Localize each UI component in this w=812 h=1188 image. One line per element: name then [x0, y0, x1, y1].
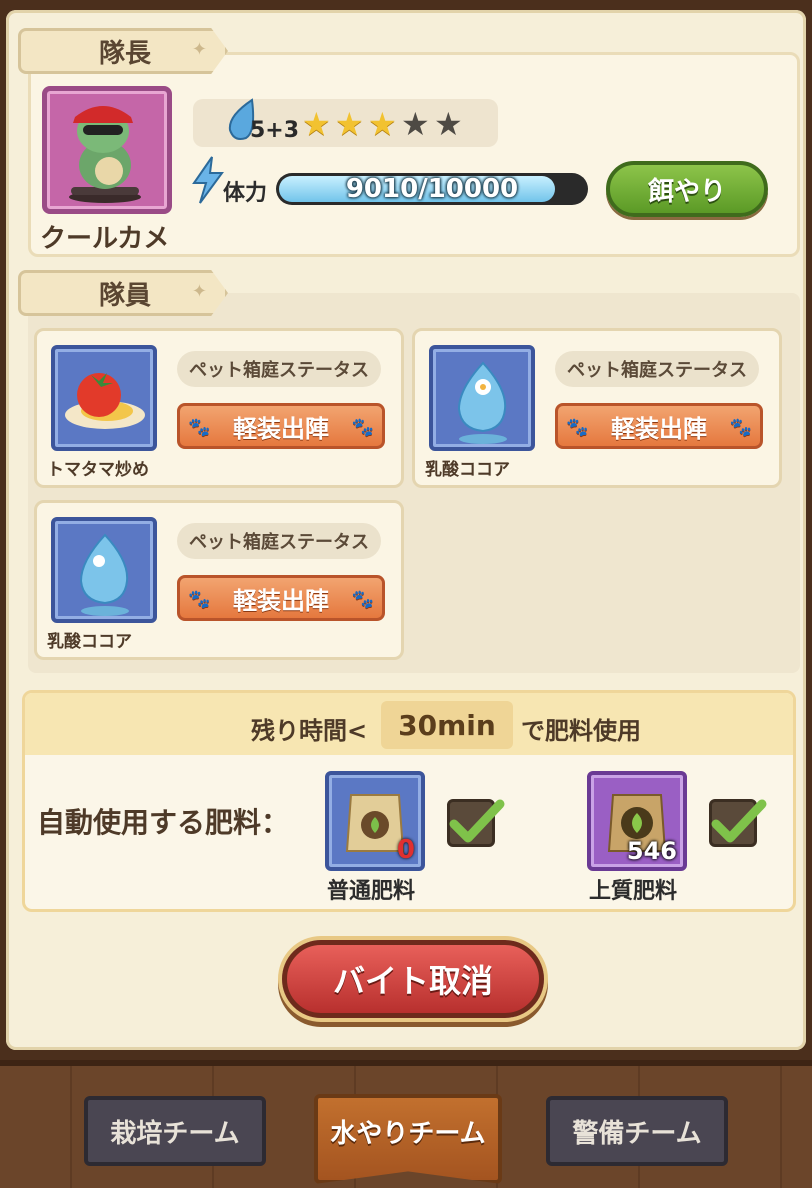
- tab-cultivation[interactable]: 栽培チーム: [84, 1096, 266, 1166]
- star-filled-icon: ★: [302, 105, 331, 143]
- member-portrait[interactable]: [51, 345, 157, 451]
- normal-fertilizer-checkbox[interactable]: [447, 799, 505, 847]
- star-empty-icon: ★: [401, 105, 430, 143]
- lightning-icon: [192, 156, 224, 204]
- paw-icon: 🐾: [351, 417, 374, 438]
- leader-name: クールカメ: [40, 224, 170, 254]
- remaining-time-prefix: 残り時間<: [251, 717, 368, 745]
- cancel-job-button[interactable]: バイト取消: [282, 940, 544, 1018]
- paw-icon: 🐾: [188, 417, 211, 438]
- sparkle-icon: ✦: [191, 281, 207, 302]
- star-filled-icon: ★: [368, 105, 397, 143]
- member-portrait[interactable]: [429, 345, 535, 451]
- hp-label: 体力: [223, 181, 268, 206]
- fertilizer-name: 上質肥料: [589, 879, 678, 904]
- light-deploy-button[interactable]: 🐾 軽装出陣 🐾: [555, 403, 763, 449]
- light-deploy-button[interactable]: 🐾 軽装出陣 🐾: [177, 403, 385, 449]
- paw-icon: 🐾: [351, 589, 374, 610]
- tomato-omelette-icon: [65, 373, 145, 429]
- premium-fertilizer-checkbox[interactable]: [709, 799, 767, 847]
- fertilizer-name: 普通肥料: [327, 879, 416, 904]
- normal-fertilizer-slot[interactable]: 0: [325, 771, 425, 871]
- member-name: 乳酸ココア: [425, 460, 510, 480]
- member-card: トマタマ炒め ペット箱庭ステータス 🐾 軽装出陣 🐾: [34, 328, 404, 488]
- star-empty-icon: ★: [434, 105, 463, 143]
- member-name: 乳酸ココア: [47, 632, 132, 652]
- pet-status-button[interactable]: ペット箱庭ステータス: [555, 351, 759, 387]
- member-portrait[interactable]: [51, 517, 157, 623]
- blue-slime-icon: [457, 361, 507, 444]
- paw-icon: 🐾: [188, 589, 211, 610]
- rank-text: 5+3: [250, 118, 300, 143]
- pet-status-button[interactable]: ペット箱庭ステータス: [177, 523, 381, 559]
- paw-icon: 🐾: [566, 417, 589, 438]
- pet-status-button[interactable]: ペット箱庭ステータス: [177, 351, 381, 387]
- star-filled-icon: ★: [335, 105, 364, 143]
- leader-portrait[interactable]: [42, 86, 172, 214]
- fertilizer-panel: 残り時間< 30min で肥料使用 自動使用する肥料： 0 普通肥料 546 上…: [22, 690, 796, 912]
- tab-watering[interactable]: 水やりチーム: [314, 1094, 502, 1184]
- checkmark-icon: [711, 799, 767, 843]
- member-card: 乳酸ココア ペット箱庭ステータス 🐾 軽装出陣 🐾: [412, 328, 782, 488]
- members-section-title: 隊員: [99, 280, 152, 311]
- feed-button[interactable]: 餌やり: [606, 161, 768, 217]
- light-deploy-label: 軽装出陣: [233, 586, 329, 615]
- light-deploy-button[interactable]: 🐾 軽装出陣 🐾: [177, 575, 385, 621]
- checkmark-icon: [449, 799, 505, 843]
- leader-section-title: 隊長: [99, 38, 152, 69]
- member-name: トマタマ炒め: [47, 460, 149, 480]
- sparkle-icon: ✦: [191, 39, 207, 60]
- fertilizer-count: 0: [396, 835, 415, 865]
- remaining-time-suffix: で肥料使用: [521, 717, 641, 745]
- blue-slime-icon: [79, 533, 129, 616]
- member-card: 乳酸ココア ペット箱庭ステータス 🐾 軽装出陣 🐾: [34, 500, 404, 660]
- paw-icon: 🐾: [729, 417, 752, 438]
- light-deploy-label: 軽装出陣: [233, 414, 329, 443]
- fertilizer-count: 546: [626, 837, 677, 865]
- premium-fertilizer-slot[interactable]: 546: [587, 771, 687, 871]
- cool-turtle-icon: [69, 106, 141, 203]
- tab-security[interactable]: 警備チーム: [546, 1096, 728, 1166]
- leader-section-ribbon: 隊長 ✦: [18, 28, 228, 74]
- hp-value: 9010/10000: [345, 174, 519, 204]
- auto-fertilizer-label: 自動使用する肥料：: [37, 806, 290, 839]
- light-deploy-label: 軽装出陣: [611, 414, 707, 443]
- remaining-time-threshold[interactable]: 30min: [381, 701, 513, 749]
- members-section-ribbon: 隊員 ✦: [18, 270, 228, 316]
